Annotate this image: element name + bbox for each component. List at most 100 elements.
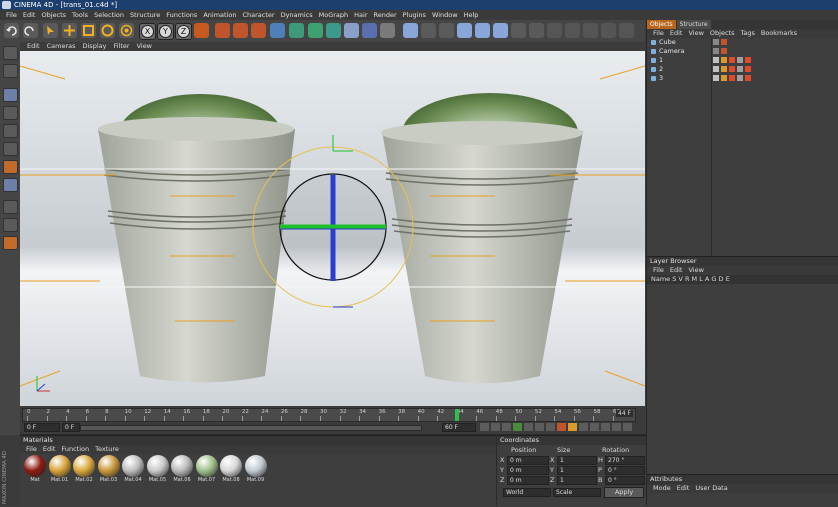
scene-icon[interactable] <box>362 23 377 38</box>
tag-icon[interactable] <box>721 39 727 45</box>
layer-menu-file[interactable]: File <box>653 266 664 275</box>
tag-icon[interactable] <box>713 57 719 63</box>
size-field[interactable]: 1 <box>557 476 597 485</box>
menu-tools[interactable]: Tools <box>72 10 88 20</box>
prev-frame-icon[interactable] <box>502 423 511 431</box>
record-icon[interactable] <box>557 423 566 431</box>
texture-mode-icon[interactable] <box>439 23 454 38</box>
goto-end-icon[interactable] <box>546 423 555 431</box>
material-swatch[interactable]: Mat.01 <box>48 455 71 483</box>
coordinate-mode-select[interactable]: World <box>503 488 551 497</box>
menu-window[interactable]: Window <box>432 10 458 20</box>
material-swatch[interactable]: Mat.05 <box>146 455 169 483</box>
materials-menu-edit[interactable]: Edit <box>43 445 56 454</box>
viewport-menu-display[interactable]: Display <box>83 42 107 51</box>
keyframe-rotation-icon[interactable] <box>590 423 599 431</box>
material-swatch[interactable]: Mat.02 <box>73 455 95 483</box>
render-picture-viewer-icon[interactable] <box>233 23 248 38</box>
menu-character[interactable]: Character <box>242 10 274 20</box>
timeline-ruler[interactable]: 0 2 4 6 8 10 12 14 16 18 20 22 24 26 28 30 32 34 36 38 40 42 4… <box>22 408 636 422</box>
axis-y-toggle[interactable]: Y <box>157 23 174 40</box>
material-swatch[interactable]: Mat.06 <box>171 455 193 483</box>
tag-icon[interactable] <box>737 66 743 72</box>
menu-selection[interactable]: Selection <box>94 10 124 20</box>
object-row[interactable]: Cube <box>647 38 838 47</box>
undo-icon[interactable] <box>4 23 19 38</box>
menu-plugins[interactable]: Plugins <box>403 10 426 20</box>
mograph-icon[interactable] <box>326 23 341 38</box>
object-mode-icon[interactable] <box>421 23 436 38</box>
rotation-key-icon[interactable] <box>619 23 634 38</box>
attributes-menu-edit[interactable]: Edit <box>677 484 690 493</box>
texture-axis-icon[interactable] <box>3 178 18 192</box>
perspective-viewport[interactable] <box>20 51 645 406</box>
menu-dynamics[interactable]: Dynamics <box>281 10 313 20</box>
tag-icon[interactable] <box>729 75 735 81</box>
apply-button[interactable]: Apply <box>604 487 644 498</box>
autokey-toggle-icon[interactable] <box>568 423 577 431</box>
preview-range-slider[interactable] <box>80 425 422 431</box>
coordinate-system-icon[interactable] <box>194 23 209 38</box>
axis-x-toggle[interactable]: X <box>139 23 156 40</box>
use-polygons-tool-icon[interactable] <box>3 160 18 174</box>
camera-icon[interactable] <box>380 23 395 38</box>
menu-structure[interactable]: Structure <box>130 10 160 20</box>
size-field[interactable]: 1 <box>557 456 597 465</box>
polygons-mode-icon[interactable] <box>493 23 508 38</box>
objects-menu-file[interactable]: File <box>653 29 664 38</box>
tag-icon[interactable] <box>737 57 743 63</box>
objects-menu-view[interactable]: View <box>688 29 703 38</box>
tweak-mode-icon[interactable] <box>3 106 18 120</box>
keyframe-param-icon[interactable] <box>612 423 621 431</box>
tag-icon[interactable] <box>721 48 727 54</box>
objects-menu-bookmarks[interactable]: Bookmarks <box>761 29 797 38</box>
tag-icon[interactable] <box>729 66 735 72</box>
sculpt-icon[interactable] <box>3 236 18 250</box>
attributes-menu-user-data[interactable]: User Data <box>695 484 727 493</box>
object-row[interactable]: 1 <box>647 56 838 65</box>
tab-structure[interactable]: Structure <box>676 20 711 29</box>
tag-icon[interactable] <box>745 57 751 63</box>
tag-icon[interactable] <box>745 66 751 72</box>
prev-key-icon[interactable] <box>491 423 500 431</box>
tag-icon[interactable] <box>713 66 719 72</box>
use-points-tool-icon[interactable] <box>3 124 18 138</box>
size-field[interactable]: 1 <box>557 466 597 475</box>
material-swatch[interactable]: Mat.07 <box>195 455 218 483</box>
objects-menu-edit[interactable]: Edit <box>670 29 683 38</box>
materials-menu-file[interactable]: File <box>26 445 37 454</box>
position-field[interactable]: 0 m <box>507 456 549 465</box>
use-object-tool-icon[interactable] <box>3 64 18 78</box>
use-edges-tool-icon[interactable] <box>3 142 18 156</box>
keyframe-record-icon[interactable] <box>547 23 562 38</box>
material-swatch[interactable]: Mat.09 <box>244 455 267 483</box>
menu-mograph[interactable]: MoGraph <box>319 10 349 20</box>
object-row[interactable]: 2 <box>647 65 838 74</box>
edges-mode-icon[interactable] <box>475 23 490 38</box>
tag-icon[interactable] <box>713 75 719 81</box>
keyframe-position-icon[interactable] <box>579 423 588 431</box>
deformer-icon[interactable] <box>344 23 359 38</box>
rotation-field[interactable]: 0 ° <box>605 466 645 475</box>
material-swatch[interactable]: Mat.08 <box>220 455 242 483</box>
rotate-tool-icon[interactable] <box>100 23 115 38</box>
timeline-playhead[interactable] <box>454 409 459 421</box>
snap-icon[interactable] <box>511 23 526 38</box>
next-key-icon[interactable] <box>535 423 544 431</box>
menu-functions[interactable]: Functions <box>166 10 197 20</box>
material-swatch[interactable]: Mat.03 <box>97 455 120 483</box>
redo-icon[interactable] <box>23 23 38 38</box>
tag-icon[interactable] <box>721 75 727 81</box>
render-view-icon[interactable] <box>215 23 230 38</box>
rotation-field[interactable]: 0 ° <box>605 476 645 485</box>
tag-icon[interactable] <box>729 57 735 63</box>
materials-menu-texture[interactable]: Texture <box>95 445 119 454</box>
viewport-menu-filter[interactable]: Filter <box>113 42 129 51</box>
use-axis-tool-icon[interactable] <box>3 88 18 102</box>
keyframe-pla-icon[interactable] <box>623 423 632 431</box>
material-swatch[interactable]: Mat.04 <box>122 455 144 483</box>
menu-edit[interactable]: Edit <box>23 10 36 20</box>
tag-icon[interactable] <box>713 48 719 54</box>
viewport-menu-view[interactable]: View <box>137 42 152 51</box>
menu-file[interactable]: File <box>6 10 17 20</box>
